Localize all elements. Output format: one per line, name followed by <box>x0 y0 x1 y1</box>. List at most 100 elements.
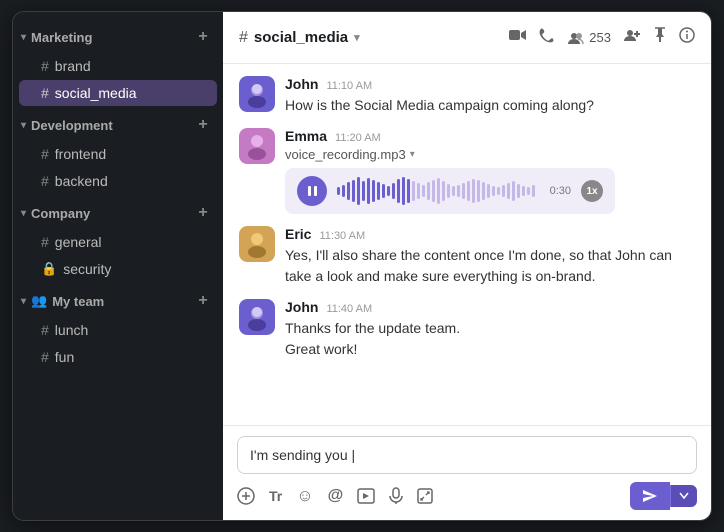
wave-bar <box>342 185 345 197</box>
sidebar-item-social-media[interactable]: # social_media <box>19 80 217 106</box>
message-1-content: John 11:10 AM How is the Social Media ca… <box>285 76 695 116</box>
wave-bar <box>467 181 470 201</box>
sidebar-group-myteam-icon: 👥 <box>31 293 47 309</box>
emoji-button[interactable]: ☺ <box>296 486 313 506</box>
chat-header-right: 253 <box>509 27 695 48</box>
sidebar-section-development: ▾ Development + # frontend # backend <box>13 110 223 194</box>
mic-button[interactable] <box>389 487 403 505</box>
sidebar-item-social-media-label: social_media <box>55 85 137 101</box>
wave-bar <box>442 181 445 201</box>
wave-bar <box>457 185 460 197</box>
sidebar-item-frontend[interactable]: # frontend <box>19 141 217 167</box>
sidebar-group-company-label: Company <box>31 206 90 221</box>
wave-bar <box>507 183 510 199</box>
sidebar-item-lunch[interactable]: # lunch <box>19 317 217 343</box>
pause-bar-2 <box>314 186 317 196</box>
wave-bar <box>452 186 455 196</box>
add-attachment-button[interactable] <box>237 487 255 505</box>
pause-bar-1 <box>308 186 311 196</box>
message-4: John 11:40 AM Thanks for the update team… <box>239 299 695 360</box>
sidebar-item-fun[interactable]: # fun <box>19 344 217 370</box>
mention-button[interactable]: @ <box>328 487 344 505</box>
message-4-author: John <box>285 299 318 315</box>
messages-area: John 11:10 AM How is the Social Media ca… <box>223 64 711 425</box>
sidebar-group-company[interactable]: ▾ Company + <box>13 198 223 228</box>
message-3-time: 11:30 AM <box>319 230 365 242</box>
sidebar-item-fun-label: fun <box>55 349 74 365</box>
chat-header: # social_media ▾ 253 <box>223 12 711 64</box>
wave-bar <box>382 184 385 198</box>
sidebar-item-security[interactable]: 🔒 security <box>19 256 217 282</box>
avatar-eric <box>239 226 275 262</box>
phone-icon[interactable] <box>539 27 555 48</box>
wave-bar <box>362 181 365 201</box>
wave-bar <box>492 186 495 196</box>
chevron-icon: ▾ <box>21 208 26 219</box>
sidebar-group-myteam[interactable]: ▾ 👥 My team + <box>13 286 223 316</box>
speed-badge[interactable]: 1x <box>581 180 603 202</box>
wave-bar <box>357 177 360 205</box>
chevron-icon: ▾ <box>21 120 26 131</box>
wave-bar <box>517 184 520 198</box>
channel-name-title: social_media <box>254 29 348 46</box>
sidebar-group-marketing[interactable]: ▾ Marketing + <box>13 22 223 52</box>
pin-icon[interactable] <box>653 27 667 48</box>
message-1-text: How is the Social Media campaign coming … <box>285 95 695 116</box>
text-input-row <box>237 436 697 474</box>
info-icon[interactable] <box>679 27 695 48</box>
wave-bar <box>407 179 410 203</box>
wave-bar <box>502 185 505 197</box>
video-icon[interactable] <box>509 28 527 47</box>
hash-icon: # <box>41 173 49 189</box>
main-chat: # social_media ▾ 253 <box>223 12 711 520</box>
wave-bar <box>432 180 435 202</box>
members-count[interactable]: 253 <box>567 30 611 45</box>
wave-bar <box>412 181 415 201</box>
add-channel-company-button[interactable]: + <box>193 203 213 223</box>
add-channel-development-button[interactable]: + <box>193 115 213 135</box>
members-count-number: 253 <box>589 30 611 45</box>
sidebar-item-general-label: general <box>55 234 102 250</box>
avatar-john-1 <box>239 76 275 112</box>
lock-icon: 🔒 <box>41 261 57 277</box>
toolbar-left: Tr ☺ @ <box>237 486 433 506</box>
sidebar-item-brand[interactable]: # brand <box>19 53 217 79</box>
sidebar-group-development-label: Development <box>31 118 113 133</box>
expand-button[interactable] <box>417 488 433 504</box>
add-member-icon[interactable] <box>623 28 641 47</box>
wave-bar <box>512 181 515 201</box>
message-input[interactable] <box>238 437 696 473</box>
sidebar-item-general[interactable]: # general <box>19 229 217 255</box>
add-channel-myteam-button[interactable]: + <box>193 291 213 311</box>
sidebar-section-marketing: ▾ Marketing + # brand # social_media <box>13 22 223 106</box>
pause-button[interactable] <box>297 176 327 206</box>
hash-icon: # <box>41 58 49 74</box>
hash-icon: # <box>41 349 49 365</box>
add-channel-marketing-button[interactable]: + <box>193 27 213 47</box>
hash-icon: # <box>41 85 49 101</box>
message-1-time: 11:10 AM <box>326 80 372 92</box>
sidebar-group-myteam-label: My team <box>52 294 104 309</box>
wave-bar <box>387 186 390 196</box>
send-button[interactable] <box>630 482 670 510</box>
sidebar-item-frontend-label: frontend <box>55 146 106 162</box>
channel-chevron-icon[interactable]: ▾ <box>354 31 360 44</box>
wave-bar <box>392 183 395 199</box>
sidebar-section-myteam: ▾ 👥 My team + # lunch # fun <box>13 286 223 370</box>
message-3-text: Yes, I'll also share the content once I'… <box>285 245 695 287</box>
send-dropdown-button[interactable] <box>670 485 697 507</box>
wave-bar <box>527 187 530 195</box>
wave-bar <box>397 179 400 203</box>
sidebar-item-backend[interactable]: # backend <box>19 168 217 194</box>
sidebar-item-backend-label: backend <box>55 173 108 189</box>
wave-bar <box>487 184 490 198</box>
media-button[interactable] <box>357 488 375 504</box>
format-text-button[interactable]: Tr <box>269 488 282 504</box>
message-4-text: Thanks for the update team.Great work! <box>285 318 695 360</box>
sidebar-item-security-label: security <box>63 261 111 277</box>
avatar-john-2 <box>239 299 275 335</box>
voice-file-label[interactable]: voice_recording.mp3 ▾ <box>285 147 695 162</box>
chevron-icon: ▾ <box>21 32 26 43</box>
sidebar-group-development[interactable]: ▾ Development + <box>13 110 223 140</box>
file-chevron-icon: ▾ <box>410 149 415 160</box>
